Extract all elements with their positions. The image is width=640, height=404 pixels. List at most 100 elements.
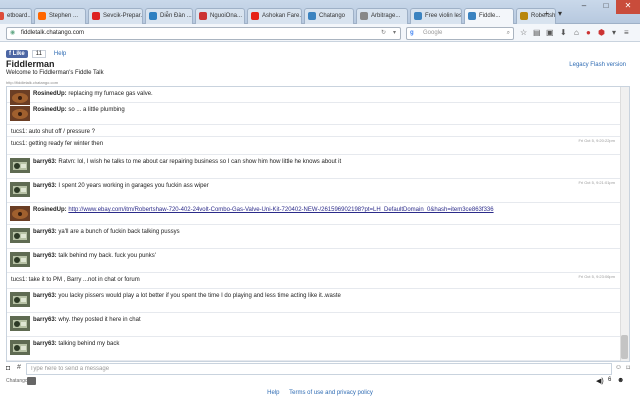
address-bar[interactable]: ◉ fiddletalk.chatango.com ↻ ▾ (6, 27, 401, 40)
tab-favicon-icon (520, 12, 528, 20)
like-bar: f Like 11 Help (6, 48, 66, 59)
message-text: tucs1: auto shut off / pressure ? (11, 129, 95, 135)
message-text: barry63: talking behind my back (33, 341, 119, 347)
scrollbar-thumb[interactable] (621, 335, 628, 359)
facebook-like-button[interactable]: f Like (6, 49, 28, 58)
speaker-icon[interactable]: ◀) (596, 377, 604, 385)
search-bar[interactable]: g Google ⌕ (406, 27, 514, 40)
footer: Help Terms of use and privacy policy (0, 390, 640, 396)
browser-tab[interactable]: Free violin les... (410, 8, 462, 24)
menu-icon[interactable]: ≡ (624, 28, 629, 37)
browser-tab[interactable]: Fiddle... (464, 8, 514, 24)
tab-favicon-icon (199, 12, 207, 20)
reload-icon[interactable]: ↻ (381, 28, 386, 39)
message-username[interactable]: barry63: (33, 159, 57, 165)
camera-icon[interactable]: ◘ (6, 365, 10, 372)
lock-icon[interactable]: ▣ (546, 28, 554, 37)
message-badge-icon[interactable] (27, 377, 36, 385)
tab-label: etboard... (7, 13, 32, 19)
message-username[interactable]: barry63: (33, 229, 57, 235)
search-icon[interactable]: ⌕ (507, 28, 510, 39)
smiley-icon[interactable]: ☺ (615, 364, 622, 371)
user-count: 6 (608, 377, 612, 383)
message-text: barry63: I spent 20 years working in gar… (33, 183, 209, 189)
message-username[interactable]: barry63: (33, 253, 57, 259)
browser-tab[interactable]: Stephen ... (34, 8, 86, 24)
chat-message: barry63: I spent 20 years working in gar… (7, 179, 621, 203)
help-link[interactable]: Help (54, 51, 66, 57)
download-icon[interactable]: ⬇ (560, 28, 567, 37)
browser-tab[interactable]: Diễn Đàn ... (145, 8, 193, 24)
chatango-logo[interactable]: Chatango (6, 378, 28, 384)
message-body: talk behind my back. fuck you punks' (56, 253, 156, 259)
tab-favicon-icon (468, 12, 476, 20)
avatar[interactable] (10, 90, 30, 105)
avatar[interactable] (10, 182, 30, 197)
search-placeholder: Google (423, 30, 443, 36)
legacy-flash-link[interactable]: Legacy Flash version (569, 62, 626, 68)
message-username[interactable]: barry63: (33, 317, 57, 323)
addon-icon[interactable]: ● (586, 28, 591, 37)
footer-help-link[interactable]: Help (267, 390, 279, 396)
avatar[interactable] (10, 292, 30, 307)
browser-tab[interactable]: Arbitrage... (356, 8, 408, 24)
chat-message: barry63: talk behind my back. fuck you p… (7, 249, 621, 273)
chat-message: RosinedUp: http://www.ebay.com/itm/Rober… (7, 203, 621, 225)
message-username[interactable]: barry63: (33, 341, 57, 347)
avatar[interactable] (10, 228, 30, 243)
avatar[interactable] (10, 316, 30, 331)
avatar[interactable] (10, 158, 30, 173)
message-username[interactable]: RosinedUp: (33, 207, 67, 213)
message-body: I spent 20 years working in garages you … (56, 183, 209, 189)
star-icon[interactable]: ☆ (520, 28, 527, 37)
tab-favicon-icon (0, 12, 4, 20)
hashtag-icon[interactable]: # (17, 364, 21, 371)
reading-list-icon[interactable]: ▤ (533, 28, 541, 37)
tab-favicon-icon (308, 12, 316, 20)
scrollbar[interactable] (620, 87, 629, 361)
users-icon[interactable]: ☻ (617, 377, 624, 384)
tab-list-button[interactable]: ▾ (558, 9, 562, 18)
chat-messages[interactable]: barry63: talking behind my back barry63: … (6, 86, 630, 362)
browser-tab[interactable]: Ashokan Fare... (247, 8, 302, 24)
message-body: tucs1: take it to PM , Barry ...not in c… (11, 277, 140, 283)
page-title: Fiddlerman (6, 59, 55, 69)
globe-icon: ◉ (10, 30, 16, 36)
terms-link[interactable]: Terms of use and privacy policy (289, 390, 373, 396)
chat-message: tucs1: getting ready fer winter then Fri … (7, 137, 621, 155)
message-timestamp: Fri Oct 5, 9:21:01pm (578, 180, 615, 185)
avatar[interactable] (10, 206, 30, 221)
adblock-icon[interactable]: ⬢ (598, 28, 605, 37)
maximize-icon[interactable]: □ (594, 0, 618, 14)
browser-tab[interactable]: Chatango (304, 8, 354, 24)
browser-tab[interactable]: NguoiOna... (195, 8, 245, 24)
browser-tab[interactable]: etboard... (0, 8, 32, 24)
avatar[interactable] (10, 106, 30, 121)
message-body: so ... a little plumbing (66, 107, 125, 113)
home-icon[interactable]: ⌂ (574, 28, 579, 37)
dropdown-icon[interactable]: ▾ (393, 28, 396, 39)
chat-message: barry63: ya'll are a bunch of fuckin bac… (7, 225, 621, 249)
avatar[interactable] (10, 252, 30, 267)
message-username[interactable]: barry63: (33, 183, 57, 189)
browser-tab[interactable]: Robertsh... (516, 8, 556, 24)
tab-favicon-icon (149, 12, 157, 20)
message-username[interactable]: RosinedUp: (33, 91, 67, 97)
browser-tab[interactable]: Sevcik-Prepar... (88, 8, 143, 24)
chevron-down-icon[interactable]: ▾ (612, 28, 616, 37)
message-username[interactable]: barry63: (33, 293, 57, 299)
tab-label: Ashokan Fare... (262, 13, 302, 19)
close-window-icon[interactable]: ✕ (616, 0, 640, 14)
message-text: tucs1: getting ready fer winter then (11, 141, 103, 147)
message-link[interactable]: http://www.ebay.com/itm/Robertshaw-720-4… (68, 207, 493, 213)
avatar[interactable] (10, 340, 30, 355)
tab-favicon-icon (251, 12, 259, 20)
message-username[interactable]: RosinedUp: (33, 107, 67, 113)
new-tab-button[interactable]: + (544, 9, 549, 18)
attach-icon[interactable]: ⌑ (626, 364, 630, 372)
chat-message: barry63: why. they posted it here in cha… (7, 313, 621, 337)
chat-message: RosinedUp: replacing my furnace gas valv… (7, 87, 621, 105)
minimize-icon[interactable]: – (572, 0, 596, 14)
message-body: ya'll are a bunch of fuckin back talking… (56, 229, 180, 235)
message-input[interactable] (26, 363, 612, 375)
